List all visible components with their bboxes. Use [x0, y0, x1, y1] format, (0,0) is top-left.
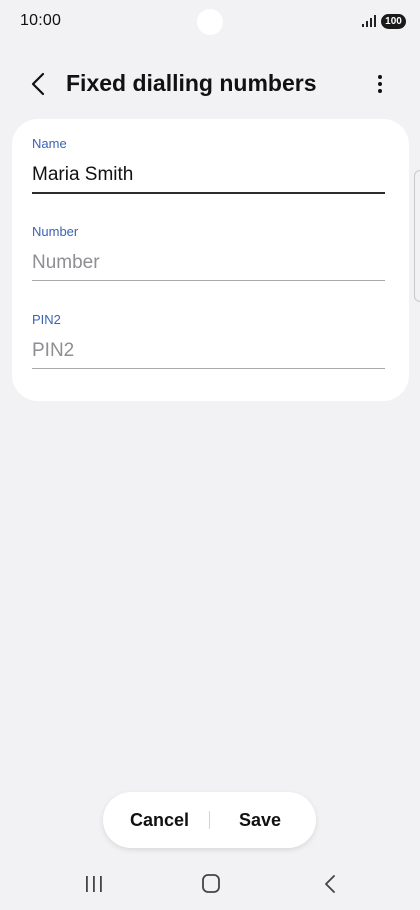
navigation-bar	[0, 862, 420, 906]
back-icon	[325, 875, 335, 893]
signal-icon	[362, 15, 376, 27]
battery-icon: 100	[381, 14, 406, 29]
header: Fixed dialling numbers	[0, 60, 420, 108]
pin2-label: PIN2	[32, 312, 61, 327]
number-input[interactable]	[32, 246, 385, 281]
back-arrow-icon	[31, 72, 45, 96]
page-title: Fixed dialling numbers	[66, 70, 317, 96]
camera-cutout	[197, 9, 223, 35]
pin2-input[interactable]	[32, 334, 385, 369]
more-options-button[interactable]	[368, 70, 392, 98]
system-back-button[interactable]	[310, 870, 350, 898]
status-bar: 10:00 100	[0, 0, 420, 44]
cancel-button[interactable]: Cancel	[117, 792, 202, 848]
recents-button[interactable]	[74, 870, 114, 898]
home-button[interactable]	[191, 870, 231, 898]
back-button[interactable]	[24, 70, 54, 100]
number-label: Number	[32, 224, 79, 239]
name-input[interactable]	[32, 158, 385, 194]
contact-form-card: Name Number PIN2	[12, 119, 409, 401]
recents-icon	[86, 876, 102, 892]
home-icon	[202, 874, 220, 893]
status-time: 10:00	[20, 12, 62, 29]
name-label: Name	[32, 136, 67, 151]
action-bar: Cancel Save	[103, 792, 316, 848]
more-vertical-icon	[378, 75, 382, 93]
save-button[interactable]: Save	[219, 792, 301, 848]
scroll-indicator[interactable]	[414, 170, 420, 302]
action-divider	[209, 811, 210, 829]
